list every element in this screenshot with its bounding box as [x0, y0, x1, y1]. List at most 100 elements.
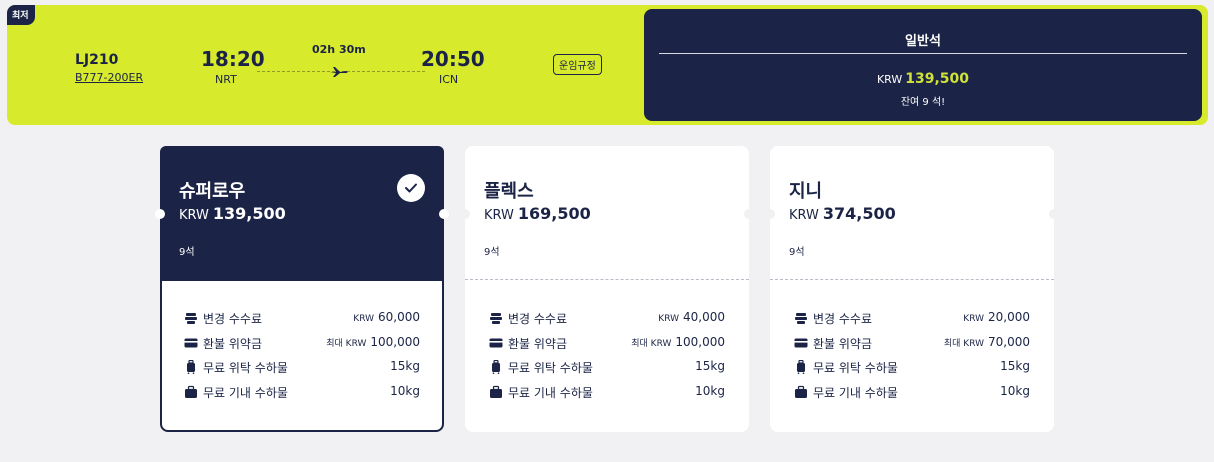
detail-prefix: 최대 KRW [943, 338, 984, 349]
detail-value: 10kg [1000, 384, 1030, 398]
detail-amount: 10kg [390, 383, 420, 398]
fare-currency: KRW [484, 208, 514, 223]
cabin-price: KRW 139,500 [644, 71, 1202, 87]
checked-baggage-row: 무료 위탁 수하물 15kg [184, 359, 420, 384]
flight-duration: 02h 30m [312, 43, 366, 56]
bag-icon [795, 385, 807, 398]
fare-card-flex[interactable]: 플렉스 KRW 169,500 9석 변경 수수료 KRW 40,000 환불 위약금 최… [460, 146, 754, 432]
checked-baggage-row: 무료 위탁 수하물 15kg [489, 359, 725, 384]
fare-price: KRW 374,500 [789, 204, 896, 223]
refund-penalty-row: 환불 위약금 최대 KRW 100,000 [184, 335, 420, 360]
detail-label: 무료 위탁 수하물 [203, 361, 288, 375]
cabin-currency: KRW [876, 73, 903, 86]
detail-label: 무료 기내 수하물 [508, 385, 593, 400]
fare-rules-button[interactable]: 운임규정 [553, 54, 602, 75]
card-icon [184, 338, 198, 347]
change-fee-row: 변경 수수료 KRW 40,000 [489, 310, 725, 335]
card-notch [744, 209, 754, 219]
detail-prefix: KRW [353, 314, 374, 324]
detail-value: 15kg [695, 359, 725, 373]
detail-value: KRW 40,000 [658, 310, 725, 324]
fare-card-super-low[interactable]: 슈퍼로우 KRW 139,500 9석 변경 수수료 KRW 60,000 환불 위약금… [155, 146, 449, 432]
cabin-amount: 139,500 [905, 71, 970, 87]
detail-value: 최대 KRW 100,000 [326, 335, 420, 349]
card-divider [465, 279, 749, 280]
suitcase-icon [492, 360, 500, 374]
detail-value: 최대 KRW 70,000 [944, 335, 1030, 349]
carry-on-baggage-row: 무료 기내 수하물 10kg [794, 384, 1030, 409]
detail-value: KRW 20,000 [963, 310, 1030, 324]
refund-penalty-row: 환불 위약금 최대 KRW 100,000 [489, 335, 725, 360]
cabin-seats-left: 잔여 9 석! [900, 97, 946, 108]
detail-label: 무료 기내 수하물 [813, 385, 898, 400]
arrival-time: 20:50 [421, 47, 485, 71]
detail-amount: 10kg [695, 383, 725, 398]
change-fee-row: 변경 수수료 KRW 20,000 [794, 310, 1030, 335]
detail-amount: 15kg [390, 359, 420, 373]
detail-amount: 100,000 [370, 334, 420, 349]
card-notch [1049, 209, 1059, 219]
detail-label: 환불 위약금 [813, 336, 873, 351]
fare-amount: 374,500 [822, 204, 896, 223]
fare-details: 변경 수수료 KRW 60,000 환불 위약금 최대 KRW 100,000 무료 위탁 … [184, 310, 420, 408]
bag-icon [185, 385, 197, 398]
detail-label: 환불 위약금 [203, 336, 263, 351]
lowest-price-badge: 최저 [7, 5, 35, 25]
fare-name: 지니 [789, 181, 823, 202]
fare-currency: KRW [179, 208, 209, 223]
fare-currency: KRW [789, 208, 819, 223]
card-notch [439, 209, 449, 219]
carry-on-baggage-row: 무료 기내 수하물 10kg [184, 384, 420, 409]
change-fee-row: 변경 수수료 KRW 60,000 [184, 310, 420, 335]
fare-seats: 9석 [789, 247, 805, 258]
fare-details: 변경 수수료 KRW 40,000 환불 위약금 최대 KRW 100,000 무료 위탁 … [489, 310, 725, 408]
fare-card-header: 지니 KRW 374,500 9석 [770, 146, 1054, 279]
detail-prefix: 최대 KRW [326, 338, 367, 349]
detail-label: 환불 위약금 [508, 336, 568, 351]
detail-value: 10kg [695, 384, 725, 398]
fare-name: 플렉스 [484, 181, 534, 202]
fare-card-header: 플렉스 KRW 169,500 9석 [465, 146, 749, 279]
detail-label: 무료 위탁 수하물 [813, 361, 898, 375]
fare-details: 변경 수수료 KRW 20,000 환불 위약금 최대 KRW 70,000 무료 위탁 수… [794, 310, 1030, 408]
detail-label: 무료 위탁 수하물 [508, 361, 593, 375]
detail-label: 무료 기내 수하물 [203, 385, 288, 400]
detail-amount: 10kg [1000, 383, 1030, 398]
card-divider [770, 279, 1054, 280]
detail-label: 변경 수수료 [203, 312, 263, 326]
flight-summary-bar: 최저 LJ210 B777-200ER 18:20 NRT 02h 30m 20… [7, 5, 1208, 125]
fare-seats: 9석 [484, 247, 500, 258]
detail-amount: 20,000 [988, 310, 1030, 324]
detail-amount: 60,000 [378, 310, 420, 324]
detail-label: 변경 수수료 [813, 312, 873, 326]
refund-penalty-row: 환불 위약금 최대 KRW 70,000 [794, 335, 1030, 360]
flight-number: LJ210 [75, 52, 119, 68]
selected-check-icon [397, 174, 425, 202]
cabin-divider [659, 53, 1187, 54]
ticket-icon [185, 313, 197, 324]
detail-amount: 70,000 [988, 334, 1030, 349]
card-notch [460, 209, 470, 219]
detail-value: 15kg [390, 359, 420, 373]
detail-prefix: 최대 KRW [631, 338, 672, 349]
detail-value: KRW 60,000 [353, 310, 420, 324]
detail-amount: 100,000 [675, 334, 725, 349]
cabin-class-economy[interactable]: 일반석 KRW 139,500 잔여 9 석! [644, 9, 1202, 121]
airplane-icon [330, 67, 348, 77]
departure-airport: NRT [215, 73, 237, 86]
bag-icon [490, 385, 502, 398]
carry-on-baggage-row: 무료 기내 수하물 10kg [489, 384, 725, 409]
suitcase-icon [187, 360, 195, 374]
fare-amount: 139,500 [212, 204, 286, 223]
aircraft-type-link[interactable]: B777-200ER [75, 71, 143, 84]
departure-time: 18:20 [201, 47, 265, 71]
detail-value: 10kg [390, 384, 420, 398]
card-notch [765, 209, 775, 219]
ticket-icon [795, 313, 807, 324]
detail-value: 15kg [1000, 359, 1030, 373]
checked-baggage-row: 무료 위탁 수하물 15kg [794, 359, 1030, 384]
ticket-icon [490, 313, 502, 324]
detail-value: 최대 KRW 100,000 [631, 335, 725, 349]
fare-card-genie[interactable]: 지니 KRW 374,500 9석 변경 수수료 KRW 20,000 환불 위약금 최대… [765, 146, 1059, 432]
arrival-airport: ICN [439, 73, 459, 86]
